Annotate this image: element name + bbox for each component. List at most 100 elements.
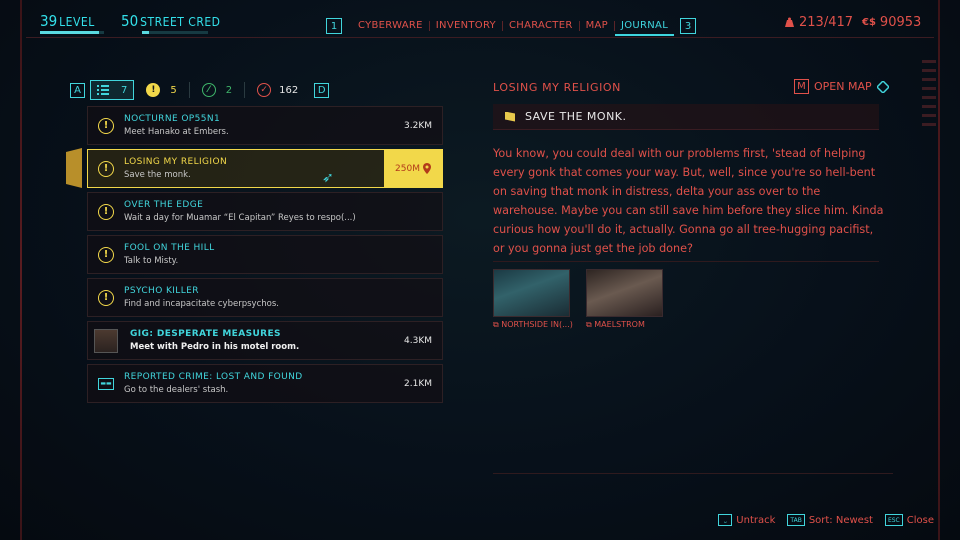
mouse-cursor-icon: ➶ (322, 170, 334, 186)
map-pin-icon (422, 163, 431, 174)
close-label: Close (906, 514, 934, 526)
quest-distance: 250M (395, 163, 420, 174)
codex-label-row: ⧉ NORTHSIDE IN(...) (493, 320, 573, 330)
leaf-icon: ⁄ (201, 83, 216, 97)
filter-main-count: 5 (170, 84, 177, 96)
quest-distance: 3.2KM (404, 120, 432, 131)
nav-prev-key[interactable]: 1 (326, 18, 342, 34)
tab-inventory[interactable]: INVENTORY (430, 16, 502, 36)
filter-completed-count: 162 (279, 84, 299, 96)
filter-next-key[interactable]: D (314, 82, 330, 98)
codex-entries: ⧉ NORTHSIDE IN(...) ⧉ MAELSTROM (493, 269, 663, 330)
objective-text: SAVE THE MONK. (525, 110, 627, 123)
tab-character[interactable]: CHARACTER (503, 16, 579, 36)
street-cred-progress-bar (142, 31, 208, 34)
quest-item[interactable]: ! FOOL ON THE HILL Talk to Misty. (87, 235, 443, 274)
fixer-avatar (94, 328, 118, 353)
quest-item-selected[interactable]: ! LOSING MY RELIGION Save the monk. 250M (87, 149, 443, 188)
filter-main-jobs[interactable]: ! 5 (139, 80, 183, 100)
quest-subtitle: Find and incapacitate cyberpsychos. (124, 299, 279, 309)
eddies-icon: €$ (862, 17, 876, 28)
diamond-icon (876, 80, 889, 93)
objective-icon (505, 111, 515, 122)
codex-label: MAELSTROM (594, 320, 645, 329)
filter-all[interactable]: 7 (90, 80, 135, 100)
quest-title: OVER THE EDGE (124, 200, 204, 210)
tab-journal[interactable]: JOURNAL (614, 16, 675, 36)
footer-actions: ⎵ Untrack TAB Sort: Newest ESC Close (718, 514, 934, 526)
warning-icon: ! (146, 83, 161, 97)
current-objective: SAVE THE MONK. (493, 104, 879, 130)
nav-next-key[interactable]: 3 (680, 18, 697, 34)
filter-separator (244, 82, 246, 98)
tab-cyberware[interactable]: CYBERWARE (352, 16, 429, 36)
tab-map[interactable]: MAP (580, 16, 614, 36)
level-indicator: 39 LEVEL (40, 11, 95, 30)
tab-key-icon: TAB (787, 514, 805, 526)
quest-distance: 2.1KM (404, 378, 432, 389)
filter-side-jobs[interactable]: ⁄ 2 (195, 80, 239, 100)
panel-bottom-divider (493, 473, 893, 474)
quest-distance: 4.3KM (404, 335, 432, 346)
codex-label-row: ⧉ MAELSTROM (586, 320, 663, 330)
level-progress-bar (40, 31, 104, 34)
street-cred-value: 50 (121, 12, 139, 30)
level-label: LEVEL (59, 15, 95, 29)
quest-subtitle: Go to the dealers' stash. (124, 385, 229, 395)
open-map-button[interactable]: M OPEN MAP (794, 79, 889, 94)
side-decoration (922, 60, 936, 132)
warning-icon: ! (98, 203, 114, 220)
open-map-label: OPEN MAP (814, 80, 872, 93)
weight-icon (785, 17, 794, 27)
sort-action[interactable]: TAB Sort: Newest (787, 514, 873, 526)
untrack-label: Untrack (736, 514, 776, 526)
quest-item[interactable]: ! NOCTURNE OP55N1 Meet Hanako at Embers.… (87, 106, 443, 145)
quest-subtitle: Meet Hanako at Embers. (124, 127, 229, 137)
quest-detail-title: LOSING MY RELIGION (493, 81, 621, 94)
left-frame-edge (20, 0, 22, 540)
money-value: 90953 (879, 15, 922, 30)
description-divider (493, 261, 879, 262)
quest-subtitle: Meet with Pedro in his motel room. (130, 342, 300, 352)
sort-label: Sort: Newest (808, 514, 873, 526)
filter-all-count: 7 (121, 84, 128, 96)
menu-nav: 1 CYBERWARE INVENTORY CHARACTER MAP JOUR… (326, 16, 697, 36)
level-value: 39 (40, 12, 58, 30)
quest-title: PSYCHO KILLER (124, 286, 199, 296)
right-frame-edge (938, 0, 940, 540)
quest-item-crime[interactable]: ▬▬ REPORTED CRIME: LOST AND FOUND Go to … (87, 364, 443, 403)
quest-item[interactable]: ! OVER THE EDGE Wait a day for Muamar “E… (87, 192, 443, 231)
warning-icon: ! (98, 246, 114, 263)
quest-description: You know, you could deal with our proble… (493, 147, 884, 255)
quest-item-gig[interactable]: GIG: DESPERATE MEASURES Meet with Pedro … (87, 321, 443, 360)
filter-prev-key[interactable]: A (70, 82, 85, 98)
close-action[interactable]: ESC Close (884, 514, 934, 526)
codex-image (586, 269, 663, 317)
quest-title: REPORTED CRIME: LOST AND FOUND (124, 372, 303, 382)
level-progress-fill (40, 31, 99, 34)
quest-subtitle: Wait a day for Muamar “El Capitan” Reyes… (124, 213, 356, 223)
filter-side-count: 2 (225, 84, 233, 96)
quest-item[interactable]: ! PSYCHO KILLER Find and incapacitate cy… (87, 278, 443, 317)
ncpd-crime-icon: ▬▬ (98, 377, 114, 390)
space-key-icon: ⎵ (718, 514, 733, 526)
quest-title: FOOL ON THE HILL (124, 243, 215, 253)
quest-title: NOCTURNE OP55N1 (124, 114, 221, 124)
warning-icon: ! (98, 160, 114, 177)
warning-icon: ! (98, 289, 114, 306)
quest-distance-badge: 250M (384, 149, 442, 188)
street-cred-label: STREET CRED (140, 15, 221, 29)
list-icon (97, 85, 109, 95)
money: €$ 90953 (862, 15, 921, 30)
filter-completed[interactable]: ✓ 162 (250, 80, 305, 100)
carry-weight-value: 213/417 (799, 15, 854, 30)
codex-entry[interactable]: ⧉ NORTHSIDE IN(...) (493, 269, 573, 330)
codex-image (493, 269, 570, 317)
filter-separator (188, 82, 190, 98)
quest-list: ! NOCTURNE OP55N1 Meet Hanako at Embers.… (87, 106, 443, 407)
codex-entry[interactable]: ⧉ MAELSTROM (586, 269, 663, 330)
street-cred-indicator: 50 STREET CRED (121, 11, 220, 30)
untrack-action[interactable]: ⎵ Untrack (718, 514, 775, 526)
check-icon: ✓ (257, 83, 272, 97)
header-divider (26, 37, 934, 38)
